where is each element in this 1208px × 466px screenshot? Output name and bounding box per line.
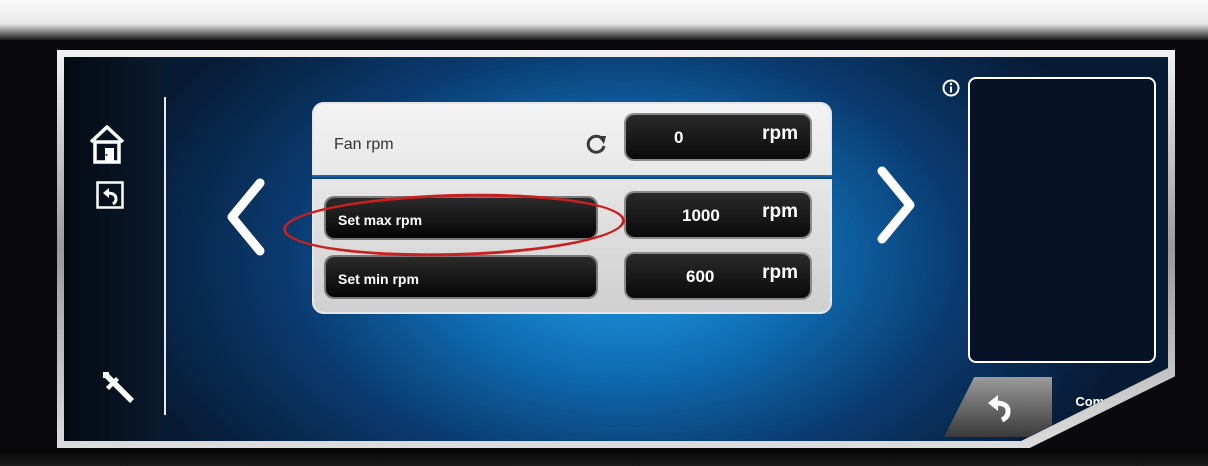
set-min-rpm-label: Set min rpm	[338, 271, 419, 287]
max-rpm-unit: rpm	[762, 201, 798, 222]
footer-back-button[interactable]	[944, 377, 1052, 437]
fan-rpm-unit: rpm	[762, 123, 798, 144]
fan-rpm-value: 0	[674, 128, 684, 147]
left-sidebar	[64, 57, 164, 441]
panel-divider	[312, 175, 832, 179]
refresh-icon[interactable]	[584, 132, 610, 156]
min-rpm-value: 600	[686, 267, 715, 286]
monitor-bezel-bottom	[0, 448, 1208, 466]
preview-panel	[968, 77, 1156, 363]
monitor-bezel-top	[0, 0, 1208, 40]
min-rpm-unit: rpm	[762, 262, 798, 283]
calibration-tools-icon[interactable]	[100, 369, 136, 405]
sidebar-divider	[164, 97, 166, 415]
fan-rpm-value-display: 0 rpm	[626, 115, 810, 159]
min-rpm-value-field[interactable]: 600 rpm	[626, 254, 810, 298]
chevron-right-icon[interactable]	[874, 165, 920, 245]
back-arrow-icon[interactable]	[96, 181, 124, 209]
set-min-rpm-button[interactable]: Set min rpm	[326, 257, 596, 297]
max-rpm-value: 1000	[682, 206, 720, 225]
info-icon[interactable]	[942, 79, 960, 97]
home-icon[interactable]	[88, 123, 126, 165]
back-arrow-icon	[988, 395, 1011, 423]
fan-rpm-label: Fan rpm	[334, 136, 394, 153]
max-rpm-value-field[interactable]: 1000 rpm	[626, 193, 810, 237]
screen: Fan rpm 0 rpm Set max rpm 1000 rpm Set m…	[64, 57, 1168, 441]
chevron-left-icon[interactable]	[222, 177, 268, 257]
